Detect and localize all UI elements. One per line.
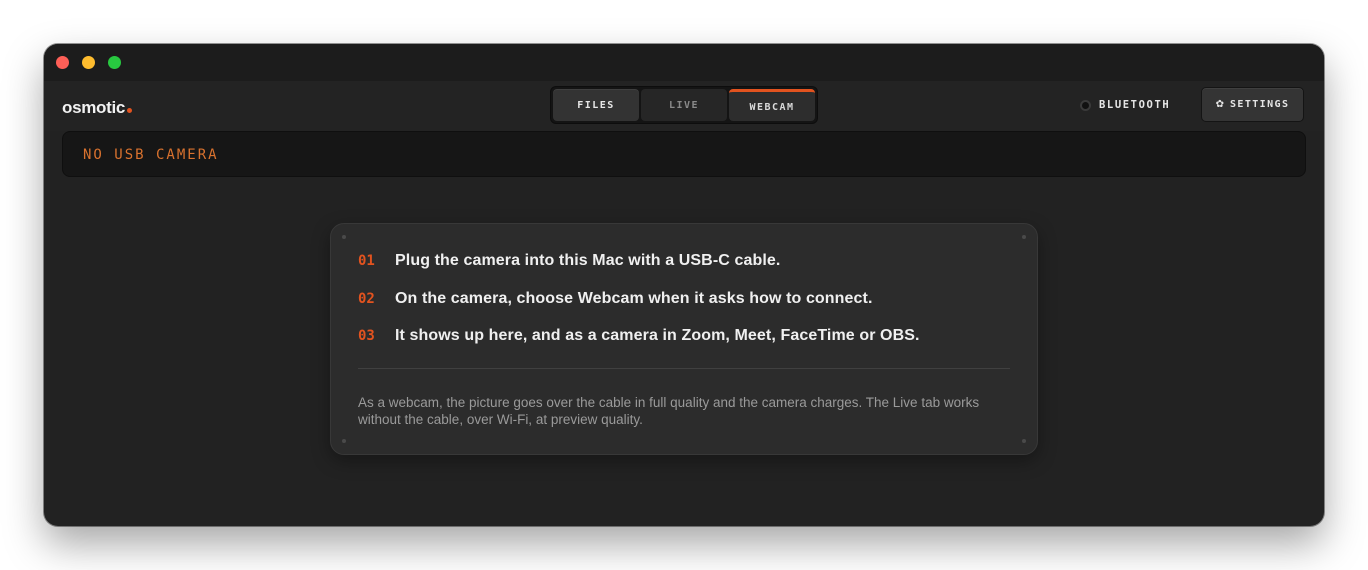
tab-live[interactable]: LIVE bbox=[641, 89, 727, 121]
card-rivet-icon bbox=[1022, 235, 1026, 239]
mode-tabs: FILES LIVE WEBCAM bbox=[550, 86, 818, 124]
tab-webcam-label: WEBCAM bbox=[749, 102, 795, 113]
toolbar: osmotic FILES LIVE WEBCAM BLUETOOTH ✿ SE… bbox=[44, 81, 1324, 131]
card-rivet-icon bbox=[342, 235, 346, 239]
step-number: 01 bbox=[358, 253, 375, 269]
logo-text: osmotic bbox=[62, 98, 126, 117]
gear-icon: ✿ bbox=[1215, 99, 1224, 110]
card-rivet-icon bbox=[1022, 439, 1026, 443]
tab-webcam[interactable]: WEBCAM bbox=[729, 89, 815, 121]
camera-status-bar: NO USB CAMERA bbox=[62, 131, 1306, 177]
bluetooth-status[interactable]: BLUETOOTH bbox=[1080, 99, 1170, 111]
close-window-button[interactable] bbox=[56, 56, 69, 69]
tab-live-label: LIVE bbox=[668, 99, 700, 111]
camera-status-text: NO USB CAMERA bbox=[83, 147, 219, 163]
bluetooth-label: BLUETOOTH bbox=[1099, 99, 1171, 111]
app-window: osmotic FILES LIVE WEBCAM BLUETOOTH ✿ SE… bbox=[44, 44, 1324, 526]
tab-files[interactable]: FILES bbox=[553, 89, 639, 121]
card-rivet-icon bbox=[342, 439, 346, 443]
instruction-step: 03 It shows up here, and as a camera in … bbox=[358, 327, 920, 345]
app-logo: osmotic bbox=[62, 98, 133, 118]
instructions-card: 01 Plug the camera into this Mac with a … bbox=[330, 223, 1038, 455]
step-text: Plug the camera into this Mac with a USB… bbox=[395, 252, 781, 269]
step-text: It shows up here, and as a camera in Zoo… bbox=[395, 327, 920, 344]
minimize-window-button[interactable] bbox=[82, 56, 95, 69]
divider bbox=[358, 368, 1010, 369]
step-text: On the camera, choose Webcam when it ask… bbox=[395, 290, 873, 307]
settings-label: SETTINGS bbox=[1230, 99, 1290, 110]
logo-dot-icon bbox=[127, 108, 133, 113]
title-bar bbox=[44, 44, 1324, 81]
step-number: 03 bbox=[358, 328, 375, 344]
settings-button[interactable]: ✿ SETTINGS bbox=[1201, 87, 1304, 122]
bluetooth-indicator-icon bbox=[1080, 99, 1091, 111]
instruction-step: 02 On the camera, choose Webcam when it … bbox=[358, 290, 873, 308]
tab-files-label: FILES bbox=[577, 99, 615, 111]
instructions-note: As a webcam, the picture goes over the c… bbox=[358, 395, 980, 427]
maximize-window-button[interactable] bbox=[108, 56, 121, 69]
step-number: 02 bbox=[358, 291, 375, 307]
instruction-step: 01 Plug the camera into this Mac with a … bbox=[358, 252, 780, 270]
